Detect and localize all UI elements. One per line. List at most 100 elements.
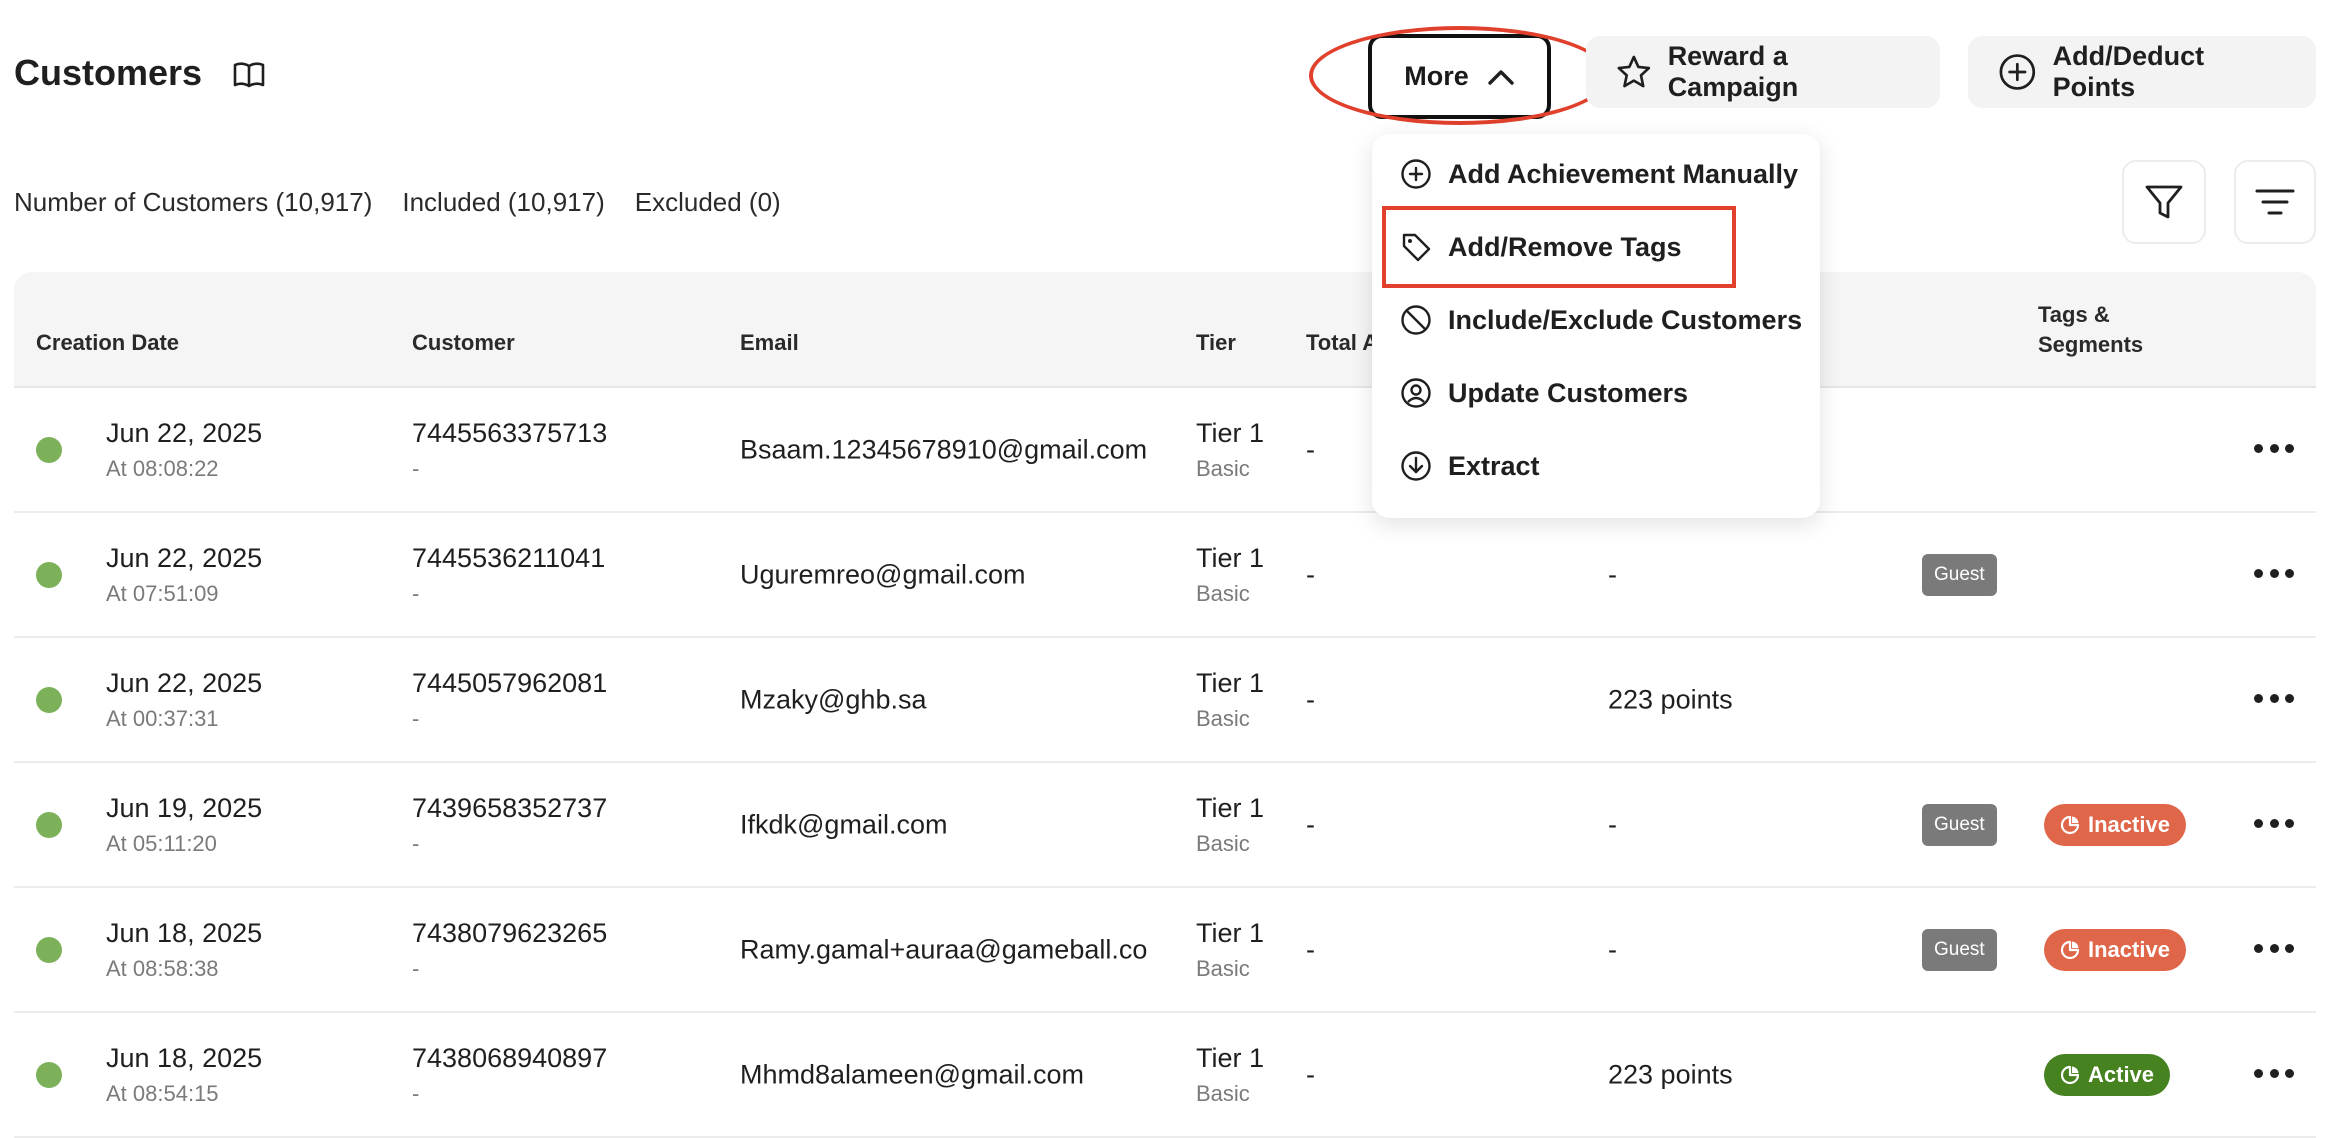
dot <box>2269 693 2279 703</box>
customer-stats: Number of Customers (10,917) Included (1… <box>14 187 781 218</box>
table-row[interactable]: Jun 22, 2025 At 00:37:31 7445057962081 - Mza… <box>14 638 2316 763</box>
menu-item-add-remove-tags[interactable]: Add/Remove Tags <box>1400 219 1682 275</box>
table-body: Jun 22, 2025 At 08:08:22 7445563375713 - Bsa… <box>14 388 2316 1138</box>
tier-name: Tier 1 <box>1196 418 1265 448</box>
customer-id[interactable]: 7445536211041 <box>412 543 605 574</box>
tier-name: Tier 1 <box>1196 1043 1265 1073</box>
menu-item-label: Extract <box>1448 450 1540 481</box>
row-actions-button[interactable] <box>2254 818 2294 831</box>
row-actions-button[interactable] <box>2254 693 2294 706</box>
reward-campaign-button[interactable]: Reward a Campaign <box>1586 36 1940 108</box>
stat-excluded[interactable]: Excluded (0) <box>635 187 781 218</box>
menu-item-extract[interactable]: Extract <box>1400 438 1540 494</box>
segment-status-badge[interactable]: Inactive <box>2044 928 2186 971</box>
customer-email: Bsaam.12345678910@gmail.com <box>740 434 1148 464</box>
dot <box>2285 568 2294 578</box>
status-dot <box>36 936 62 963</box>
total-value: - <box>1306 684 1315 714</box>
dot <box>2254 943 2263 953</box>
book-icon[interactable] <box>232 60 266 90</box>
customer-sub: - <box>412 1081 420 1106</box>
customer-sub: - <box>412 956 420 981</box>
page-title: Customers <box>14 52 203 93</box>
menu-item-label: Add/Remove Tags <box>1448 231 1682 262</box>
creation-date: Jun 22, 2025 <box>106 668 263 698</box>
segment-status-label: Inactive <box>2088 811 2170 837</box>
download-circle-icon <box>1401 451 1431 481</box>
filter-button[interactable] <box>2122 160 2206 244</box>
tier-name: Tier 1 <box>1196 543 1265 573</box>
row-actions-button[interactable] <box>2254 943 2294 956</box>
dot <box>2254 1068 2263 1078</box>
points-value: - <box>1608 934 1617 964</box>
total-value: - <box>1306 934 1315 964</box>
status-dot <box>36 561 62 588</box>
reward-campaign-label: Reward a Campaign <box>1667 41 1799 102</box>
row-actions-button[interactable] <box>2254 568 2294 581</box>
creation-time: At 00:37:31 <box>106 706 219 731</box>
tier-name: Tier 1 <box>1196 668 1265 698</box>
customer-id[interactable]: 7445563375713 <box>412 418 607 449</box>
col-email[interactable]: Email <box>740 328 799 358</box>
dot <box>2254 818 2263 828</box>
table-row[interactable]: Jun 22, 2025 At 07:51:09 7445536211041 - Ugu… <box>14 513 2316 638</box>
guest-badge: Guest <box>1922 553 1997 596</box>
dot <box>2254 693 2263 703</box>
col-tags-line2[interactable]: Segments <box>2038 330 2143 360</box>
table-row[interactable]: Jun 18, 2025 At 08:54:15 7438068940897 - Mhm… <box>14 1013 2316 1138</box>
table-row[interactable]: Jun 18, 2025 At 08:58:38 7438079623265 - Ram… <box>14 888 2316 1013</box>
menu-item-update-customers[interactable]: Update Customers <box>1400 365 1688 421</box>
sort-button[interactable] <box>2234 160 2316 244</box>
customer-id[interactable]: 7438068940897 <box>412 1043 607 1074</box>
customer-id[interactable]: 7439658352737 <box>412 793 607 824</box>
col-tier[interactable]: Tier <box>1196 328 1236 358</box>
customer-sub: - <box>412 456 420 481</box>
customer-email: Uguremreo@gmail.com <box>740 559 1026 589</box>
dot <box>2269 943 2279 953</box>
customer-id[interactable]: 7438079623265 <box>412 918 607 949</box>
stat-total[interactable]: Number of Customers (10,917) <box>14 187 372 218</box>
tier-sub: Basic <box>1196 581 1250 606</box>
pie-chart-icon <box>2060 940 2080 959</box>
segment-status-badge[interactable]: Active <box>2044 1053 2171 1096</box>
col-creation-date[interactable]: Creation Date <box>36 328 179 358</box>
tier-sub: Basic <box>1196 956 1250 981</box>
status-dot <box>36 436 62 463</box>
row-actions-button[interactable] <box>2254 1068 2294 1081</box>
status-dot <box>36 686 62 713</box>
tier-name: Tier 1 <box>1196 918 1265 948</box>
filter-icon <box>2145 185 2183 219</box>
add-deduct-points-button[interactable]: Add/Deduct Points <box>1968 36 2316 108</box>
menu-item-label: Update Customers <box>1448 377 1689 408</box>
customer-id[interactable]: 7445057962081 <box>412 668 607 699</box>
col-tags-line1[interactable]: Tags & <box>2038 300 2110 330</box>
creation-date: Jun 18, 2025 <box>106 918 263 948</box>
customer-sub: - <box>412 831 420 856</box>
total-value: - <box>1306 1059 1315 1089</box>
table-row[interactable]: Jun 19, 2025 At 05:11:20 7439658352737 - Ifk… <box>14 763 2316 888</box>
menu-item-include-exclude[interactable]: Include/Exclude Customers <box>1400 292 1802 348</box>
segment-status-label: Active <box>2088 1061 2155 1087</box>
tier-sub: Basic <box>1196 456 1250 481</box>
more-dropdown-menu: Add Achievement Manually Add/Remove Tags… <box>1372 134 1820 518</box>
row-actions-button[interactable] <box>2254 443 2294 456</box>
add-deduct-points-label: Add/Deduct Points <box>2052 41 2205 102</box>
menu-item-label: Include/Exclude Customers <box>1448 304 1803 335</box>
pie-chart-icon <box>2060 1065 2080 1084</box>
menu-item-label: Add Achievement Manually <box>1448 158 1799 189</box>
stat-included[interactable]: Included (10,917) <box>402 187 604 218</box>
more-button[interactable]: More <box>1368 34 1551 119</box>
segment-status-badge[interactable]: Inactive <box>2044 803 2186 846</box>
total-value: - <box>1306 434 1315 464</box>
star-icon <box>1617 55 1651 88</box>
col-customer[interactable]: Customer <box>412 328 515 358</box>
customer-email: Ifkdk@gmail.com <box>740 809 948 839</box>
col-total[interactable]: Total A <box>1306 328 1378 358</box>
dot <box>2285 943 2294 953</box>
menu-item-add-achievement[interactable]: Add Achievement Manually <box>1400 146 1798 202</box>
dot <box>2269 818 2279 828</box>
dot <box>2285 443 2294 453</box>
creation-date: Jun 22, 2025 <box>106 543 263 573</box>
dot <box>2285 1068 2294 1078</box>
table-row[interactable]: Jun 22, 2025 At 08:08:22 7445563375713 - Bsa… <box>14 388 2316 513</box>
